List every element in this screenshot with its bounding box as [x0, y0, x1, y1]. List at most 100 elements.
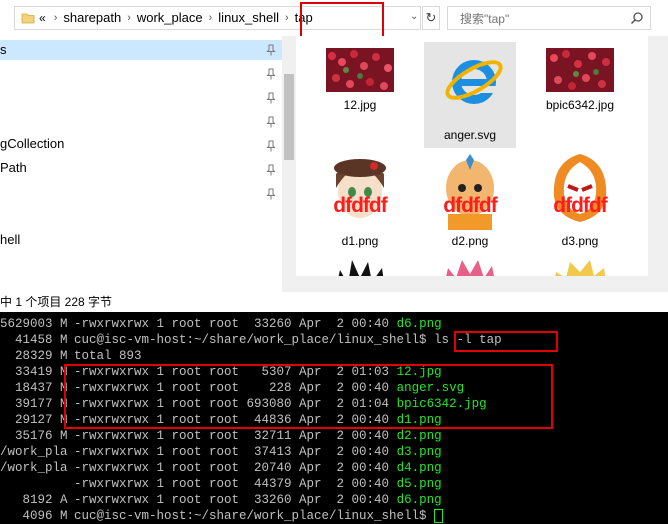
terminal-line-text: -rwxrwxrwx 1 root root 44379 Apr 2 00:40: [74, 477, 397, 491]
file-tile[interactable]: dfdfdf d2.png: [424, 148, 516, 248]
terminal-file-name: d2.png: [396, 429, 442, 443]
terminal-left-text: /work_pla: [0, 461, 68, 475]
terminal-left-text: 18437 M: [0, 381, 68, 395]
avatar-girl-image: [326, 152, 394, 230]
terminal-file-name: d3.png: [396, 445, 442, 459]
ie-logo-thumbnail: [438, 46, 506, 114]
folder-icon: [21, 13, 35, 24]
terminal-left-text: 33419 M: [0, 365, 68, 379]
nav-item-5[interactable]: gCollection: [0, 134, 64, 154]
avatar-mask-image: [546, 152, 614, 230]
watermark-text: dfdfdf: [553, 194, 607, 217]
terminal-line-text: -rwxrwxrwx 1 root root 32711 Apr 2 00:40: [74, 429, 397, 443]
terminal-command: cuc@isc-vm-host:~/share/work_place/linux…: [74, 333, 502, 347]
avatar-thumbnail: dfdfdf: [436, 152, 504, 230]
terminal-left-text: 8192 A: [0, 493, 68, 507]
file-name: d1.png: [341, 234, 379, 248]
file-pane-vertical-scrollbar[interactable]: [648, 36, 668, 292]
nav-scrollbar[interactable]: [282, 36, 296, 292]
terminal-prompt: cuc@isc-vm-host:~/share/work_place/linux…: [74, 509, 435, 523]
pin-icon[interactable]: [266, 68, 276, 80]
terminal-line-text: -rwxrwxrwx 1 root root 33260 Apr 2 00:40: [74, 493, 397, 507]
file-tile-selected[interactable]: anger.svg: [424, 42, 516, 148]
terminal-left-text: 29127 M: [0, 413, 68, 427]
avatar-thumbnail: dfdfdf: [546, 152, 614, 230]
terminal-left-text: 5629003 M: [0, 317, 68, 331]
file-name: bpic6342.jpg: [545, 98, 615, 112]
berries-image: [546, 48, 614, 92]
terminal-line-text: -rwxrwxrwx 1 root root 20740 Apr 2 00:40: [74, 461, 397, 475]
file-tile[interactable]: 12.jpg: [314, 40, 406, 140]
pin-icon[interactable]: [266, 188, 276, 200]
nav-scrollbar-thumb[interactable]: [284, 74, 294, 160]
watermark-text: dfdfdf: [333, 194, 387, 217]
terminal-file-name: d4.png: [396, 461, 442, 475]
file-grid: 12.jpg anger.svg bpic6342.jpg dfdfdf d1.…: [296, 36, 648, 292]
command-highlight-box: [454, 331, 558, 352]
breadcrumb-sharepath[interactable]: sharepath: [63, 10, 121, 25]
terminal-line: -rwxrwxrwx 1 root root 20740 Apr 2 00:40…: [74, 460, 442, 476]
terminal-left-text: /work_pla: [0, 445, 68, 459]
terminal-file-name: d6.png: [396, 493, 442, 507]
nav-item-1[interactable]: s: [0, 40, 7, 60]
berries-image: [326, 48, 394, 92]
search-input[interactable]: [458, 8, 632, 30]
terminal-line: total 893: [74, 348, 142, 364]
nav-selection-highlight: [0, 40, 282, 60]
file-name: 12.jpg: [343, 98, 377, 112]
file-name: d2.png: [451, 234, 489, 248]
search-box[interactable]: [447, 6, 651, 30]
pin-icon[interactable]: [266, 164, 276, 176]
terminal-left-text: 41458 M: [0, 333, 68, 347]
breadcrumb-separator[interactable]: ›: [285, 12, 289, 24]
terminal-left-text: 4096 M: [0, 509, 68, 523]
terminal-file-name: d5.png: [396, 477, 442, 491]
terminal-line: cuc@isc-vm-host:~/share/work_place/linux…: [74, 332, 502, 348]
terminal-left-text: 39177 M: [0, 397, 68, 411]
file-name: anger.svg: [443, 128, 497, 142]
breadcrumb-linux-shell[interactable]: linux_shell: [218, 10, 279, 25]
status-bar: 中 1 个项目 228 字节: [0, 292, 668, 312]
berries-thumbnail: [546, 48, 614, 92]
breadcrumb-work-place[interactable]: work_place: [137, 10, 203, 25]
terminal-left-text: 28329 M: [0, 349, 68, 363]
pin-icon[interactable]: [266, 116, 276, 128]
search-icon[interactable]: [630, 11, 644, 25]
terminal-line: -rwxrwxrwx 1 root root 44379 Apr 2 00:40…: [74, 476, 442, 492]
terminal-left-text: 35176 M: [0, 429, 68, 443]
nav-horizontal-scrollbar[interactable]: [296, 276, 648, 292]
pin-icon[interactable]: [266, 140, 276, 152]
file-tile[interactable]: bpic6342.jpg: [534, 40, 626, 140]
breadcrumb-separator[interactable]: ›: [54, 12, 58, 24]
navigation-pane: s gCollection Path hell: [0, 36, 296, 292]
nav-item-6[interactable]: Path: [0, 158, 27, 178]
breadcrumb-separator[interactable]: ›: [127, 12, 131, 24]
file-explorer-window: « › sharepath › work_place › linux_shell…: [0, 0, 668, 312]
terminal-file-name: d6.png: [396, 317, 442, 331]
breadcrumb-separator[interactable]: ›: [209, 12, 213, 24]
terminal-line-text: -rwxrwxrwx 1 root root 37413 Apr 2 00:40: [74, 445, 397, 459]
terminal-line: -rwxrwxrwx 1 root root 33260 Apr 2 00:40…: [74, 492, 442, 508]
file-tile[interactable]: dfdfdf d3.png: [534, 148, 626, 248]
refresh-button[interactable]: ↻: [422, 6, 440, 30]
listing-highlight-box: [64, 364, 553, 429]
file-tile[interactable]: dfdfdf d1.png: [314, 148, 406, 248]
terminal-line: -rwxrwxrwx 1 root root 32711 Apr 2 00:40…: [74, 428, 442, 444]
avatar-thumbnail: dfdfdf: [326, 152, 394, 230]
terminal-line: -rwxrwxrwx 1 root root 37413 Apr 2 00:40…: [74, 444, 442, 460]
file-name: d3.png: [561, 234, 599, 248]
terminal-line: -rwxrwxrwx 1 root root 33260 Apr 2 00:40…: [74, 316, 442, 332]
nav-item-9[interactable]: hell: [0, 230, 20, 250]
terminal-line-text: -rwxrwxrwx 1 root root 33260 Apr 2 00:40: [74, 317, 397, 331]
terminal-line: cuc@isc-vm-host:~/share/work_place/linux…: [74, 508, 444, 524]
terminal-cursor[interactable]: [434, 508, 444, 523]
ie-logo-icon: [445, 60, 503, 104]
breadcrumb: « › sharepath › work_place › linux_shell…: [39, 10, 313, 25]
breadcrumb-overflow-button[interactable]: «: [39, 11, 46, 25]
watermark-text: dfdfdf: [443, 194, 497, 217]
pin-icon[interactable]: [266, 92, 276, 104]
status-text: 中 1 个项目 228 字节: [0, 295, 113, 309]
pin-icon[interactable]: [266, 44, 276, 56]
avatar-bald-image: [436, 152, 504, 230]
address-dropdown-icon[interactable]: ⌄: [410, 11, 418, 22]
